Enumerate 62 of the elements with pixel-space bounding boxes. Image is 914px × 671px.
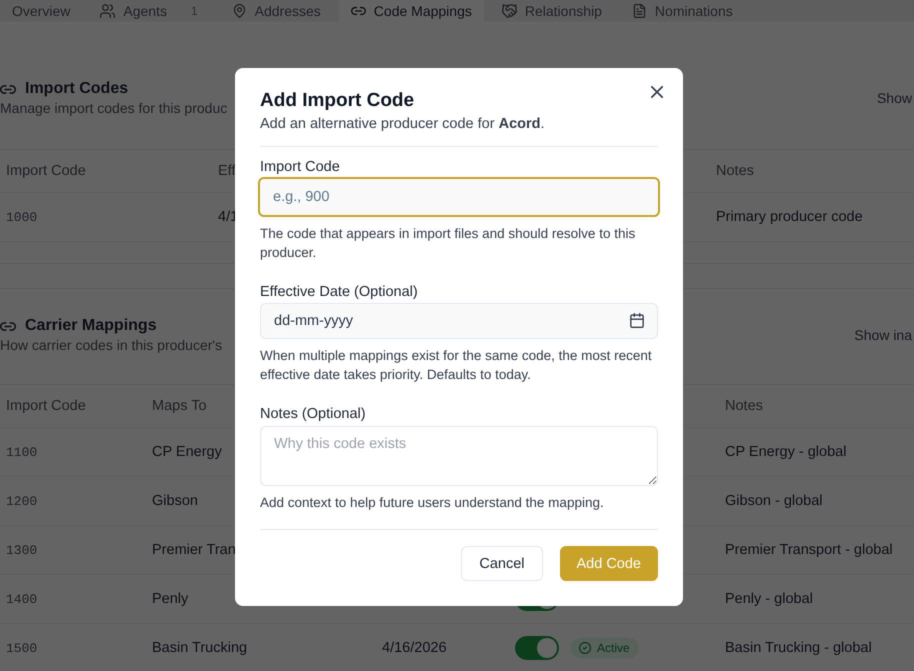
calendar-icon <box>630 313 644 328</box>
tab[interactable]: Addresses <box>220 0 333 22</box>
handshake-icon <box>502 4 517 18</box>
filter-label[interactable]: Show ina <box>854 327 914 343</box>
tab[interactable]: Overview <box>0 0 82 22</box>
table-cell: 4/1 <box>218 209 238 225</box>
section-subtitle: How carrier codes in this producer's <box>0 336 222 354</box>
table-cell: Premier Tran <box>152 542 236 558</box>
column-header: Import Code <box>6 398 86 414</box>
dialog-subtitle: Add an alternative producer code for Acord. <box>260 115 546 134</box>
column-header: Notes <box>716 163 754 179</box>
code-cell: 1200 <box>6 494 38 508</box>
help-text: The code that appears in import files and should resolve to this producer. <box>260 225 636 262</box>
help-text: Add context to help future users understand the mapping. <box>260 494 605 512</box>
people-icon <box>100 4 116 18</box>
cancel-button[interactable]: Cancel <box>461 546 542 581</box>
section-title: Import Codes <box>25 79 128 99</box>
table-cell: Premier Transport - global <box>725 542 893 558</box>
tab[interactable]: Relationship <box>490 0 614 22</box>
column-header: Notes <box>725 398 763 414</box>
dialog-title: Add Import Code <box>260 89 414 113</box>
table-cell: Primary producer code <box>716 209 863 225</box>
submit-button[interactable]: Add Code <box>560 546 658 581</box>
code-cell: 1500 <box>6 640 38 656</box>
link-icon <box>0 322 16 330</box>
link-icon <box>0 84 16 94</box>
import-code-field[interactable]: e.g., 900 <box>258 177 660 217</box>
table-cell: Gibson - global <box>725 493 823 509</box>
table-cell: Basin Trucking - global <box>725 640 872 656</box>
code-cell: 1300 <box>6 542 38 558</box>
link-icon <box>350 4 366 18</box>
status-label: Active <box>597 641 630 655</box>
field-label: Import Code <box>260 158 341 177</box>
map-pin-icon <box>232 4 247 18</box>
section-subtitle: Manage import codes for this produc <box>0 99 228 117</box>
code-cell: 1100 <box>6 444 38 460</box>
help-text: When multiple mappings exist for the same code, the most recent effective date takes priority. Defaults to today. <box>260 347 653 384</box>
document-icon <box>632 4 647 18</box>
toggle-switch[interactable] <box>515 636 559 660</box>
code-cell: 1000 <box>6 210 38 224</box>
date-field[interactable]: dd-mm-yyyy <box>260 303 658 339</box>
table-cell: Penly <box>152 591 188 607</box>
column-header: Maps To <box>152 398 207 414</box>
table-cell: Penly - global <box>725 591 813 607</box>
column-header: Import Code <box>6 163 86 179</box>
table-cell: Basin Trucking <box>152 640 248 656</box>
close-button[interactable] <box>651 86 663 98</box>
table-cell: Gibson <box>152 493 198 509</box>
table-cell: 4/16/2026 <box>382 640 447 656</box>
table-cell: CP Energy <box>152 444 222 460</box>
code-cell: 1400 <box>6 592 38 606</box>
filter-label[interactable]: Show <box>876 90 914 106</box>
column-header: Eff <box>218 163 236 179</box>
table-cell: CP Energy - global <box>725 444 846 460</box>
notes-field[interactable]: Why this code exists <box>260 426 658 486</box>
close-icon <box>651 86 663 98</box>
field-label: Notes (Optional) <box>260 405 367 424</box>
check-circle-icon <box>579 642 591 654</box>
field-label: Effective Date (Optional) <box>260 283 419 302</box>
tab[interactable]: Nominations <box>620 0 745 22</box>
tab[interactable]: Code Mappings <box>338 0 484 22</box>
section-title: Carrier Mappings <box>25 316 157 336</box>
